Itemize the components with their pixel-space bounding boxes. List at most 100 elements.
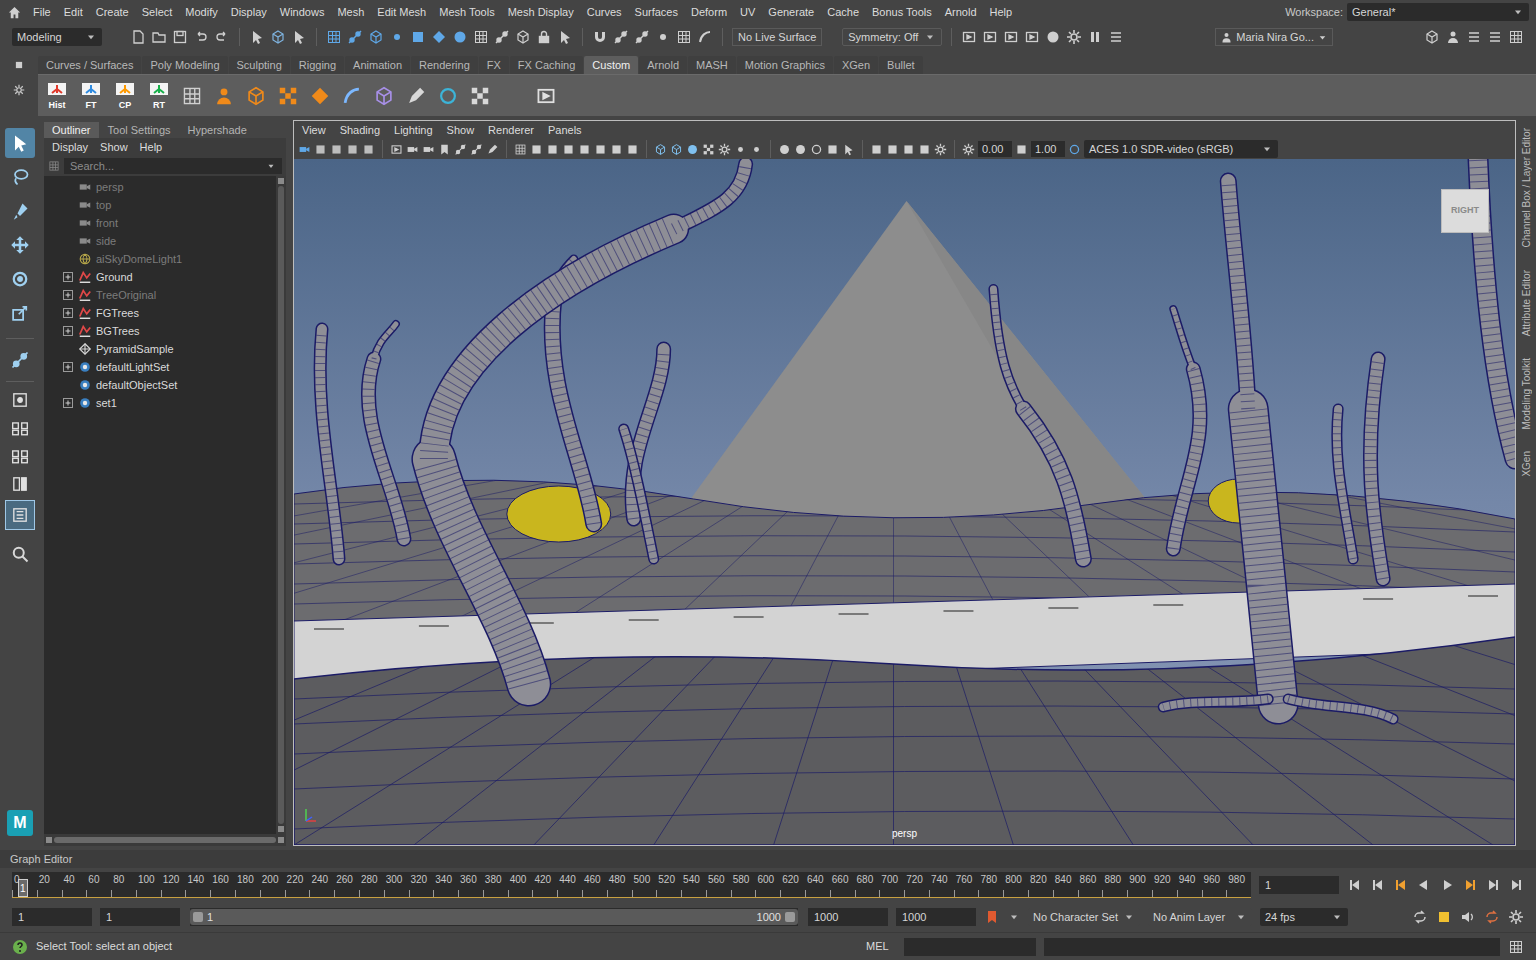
menu-item[interactable]: Show	[447, 122, 475, 139]
play-forwards-icon[interactable]	[1439, 877, 1455, 893]
home-icon[interactable]	[7, 5, 22, 20]
tool-button[interactable]	[5, 128, 35, 158]
menu-item[interactable]: Mesh Tools	[439, 4, 494, 21]
ring-icon[interactable]	[810, 143, 823, 156]
background-tree[interactable]	[624, 429, 654, 559]
shelf-button[interactable]	[434, 85, 462, 107]
gamma-field[interactable]: 1.00	[1031, 141, 1065, 158]
expand-icon[interactable]	[63, 308, 73, 318]
background-tree[interactable]	[1337, 409, 1353, 559]
shelf-button[interactable]	[178, 85, 206, 107]
expand-icon[interactable]	[63, 290, 73, 300]
color-space-dropdown[interactable]: ACES 1.0 SDR-video (sRGB)	[1084, 140, 1278, 158]
shelf-tab[interactable]: Animation	[345, 56, 410, 74]
animation-end-field[interactable]: 1000	[896, 908, 976, 926]
sphere-icon[interactable]	[1045, 29, 1061, 45]
menu-item[interactable]: Help	[140, 139, 163, 156]
menu-item[interactable]: View	[302, 122, 326, 139]
outliner-item[interactable]: BGTrees	[44, 322, 276, 340]
settings-icon[interactable]	[1508, 909, 1524, 925]
expand-icon[interactable]	[63, 398, 73, 408]
anim-layer-dropdown[interactable]: No Anim Layer	[1148, 908, 1252, 926]
key-icon[interactable]	[438, 143, 451, 156]
menu-item[interactable]: Panels	[548, 122, 582, 139]
cube-icon[interactable]	[515, 29, 531, 45]
curve-icon[interactable]	[697, 29, 713, 45]
panel-tab[interactable]: Outliner	[44, 122, 99, 139]
go-to-start-icon[interactable]	[1347, 877, 1363, 893]
snap-icon[interactable]	[634, 29, 650, 45]
animation-start-field[interactable]: 1	[12, 908, 92, 926]
shelf-tab[interactable]: Bullet	[879, 56, 923, 74]
script-editor-icon[interactable]	[1508, 939, 1524, 955]
outliner-item[interactable]: front	[44, 214, 276, 232]
side-tab[interactable]: Modeling Toolkit	[1519, 358, 1534, 430]
menu-item[interactable]: Create	[96, 4, 129, 21]
background-tree[interactable]	[368, 324, 403, 539]
menu-item[interactable]: Renderer	[488, 122, 534, 139]
cube-icon[interactable]	[1424, 29, 1440, 45]
snap-icon[interactable]	[470, 143, 483, 156]
search-icon[interactable]	[10, 544, 30, 564]
graph-editor-bar[interactable]: Graph Editor	[0, 850, 1536, 868]
shelf-button[interactable]	[466, 85, 494, 107]
menu-item[interactable]: Bonus Tools	[872, 4, 932, 21]
square-icon[interactable]	[314, 143, 327, 156]
pen-icon[interactable]	[486, 143, 499, 156]
mode-dropdown[interactable]: Modeling	[12, 28, 102, 46]
cam-icon[interactable]	[298, 143, 311, 156]
exposure-icon[interactable]	[962, 143, 975, 156]
outliner-item[interactable]: PyramidSample	[44, 340, 276, 358]
time-slider[interactable]: 0204060801001201401601802002202402602803…	[12, 872, 1251, 898]
range-slider[interactable]: 11000	[190, 908, 798, 926]
script-language[interactable]: MEL	[866, 938, 896, 955]
shelf-tab[interactable]: Rendering	[411, 56, 478, 74]
film-icon[interactable]	[1003, 29, 1019, 45]
sphere-icon[interactable]	[778, 143, 791, 156]
menu-item[interactable]: Surfaces	[635, 4, 678, 21]
menu-item[interactable]: Shading	[340, 122, 380, 139]
grid-icon[interactable]	[473, 29, 489, 45]
cube-icon[interactable]	[654, 143, 667, 156]
shelf-tab[interactable]: FX Caching	[510, 56, 583, 74]
step-back-key-icon[interactable]	[1370, 877, 1386, 893]
cam-icon[interactable]	[406, 143, 419, 156]
menu-item[interactable]: Arnold	[945, 4, 977, 21]
viewport-canvas[interactable]: RIGHTpersp	[294, 159, 1515, 845]
step-forward-key-icon[interactable]	[1485, 877, 1501, 893]
shelf-button[interactable]	[274, 85, 302, 107]
menu-item[interactable]: Modify	[185, 4, 217, 21]
side-tab[interactable]: Attribute Editor	[1519, 270, 1534, 336]
shelf-button[interactable]: RT	[144, 82, 174, 110]
tool-button[interactable]	[5, 162, 35, 192]
bars-icon[interactable]	[1108, 29, 1124, 45]
square-icon[interactable]	[870, 143, 883, 156]
shelf-tab[interactable]: XGen	[834, 56, 878, 74]
shelf-tab[interactable]: Arnold	[639, 56, 687, 74]
background-tree[interactable]	[320, 329, 339, 559]
menu-item[interactable]: Select	[142, 4, 173, 21]
foreground-tree[interactable]	[1163, 699, 1393, 719]
shelf-tab[interactable]: FX	[479, 56, 509, 74]
outliner-item[interactable]: defaultLightSet	[44, 358, 276, 376]
snap-icon[interactable]	[494, 29, 510, 45]
panel-tab[interactable]: Tool Settings	[100, 122, 179, 139]
square-icon[interactable]	[826, 143, 839, 156]
shelf-button[interactable]	[402, 85, 430, 107]
command-input[interactable]	[904, 938, 1036, 956]
shelf-button[interactable]	[338, 85, 366, 107]
square-icon[interactable]	[610, 143, 623, 156]
workspace-dropdown[interactable]: General*	[1347, 3, 1529, 21]
terrain-front[interactable]	[294, 637, 1515, 845]
film-icon[interactable]	[982, 29, 998, 45]
outliner-item[interactable]: aiSkyDomeLight1	[44, 250, 276, 268]
playback-end-field[interactable]: 1000	[808, 908, 888, 926]
square-icon[interactable]	[346, 143, 359, 156]
snap-icon[interactable]	[613, 29, 629, 45]
square-icon[interactable]	[562, 143, 575, 156]
square-icon[interactable]	[330, 143, 343, 156]
person-icon[interactable]	[1445, 29, 1461, 45]
menu-item[interactable]: Display	[52, 139, 88, 156]
character-set-dropdown[interactable]: No Character Set	[1028, 908, 1140, 926]
outliner-item[interactable]: persp	[44, 178, 276, 196]
